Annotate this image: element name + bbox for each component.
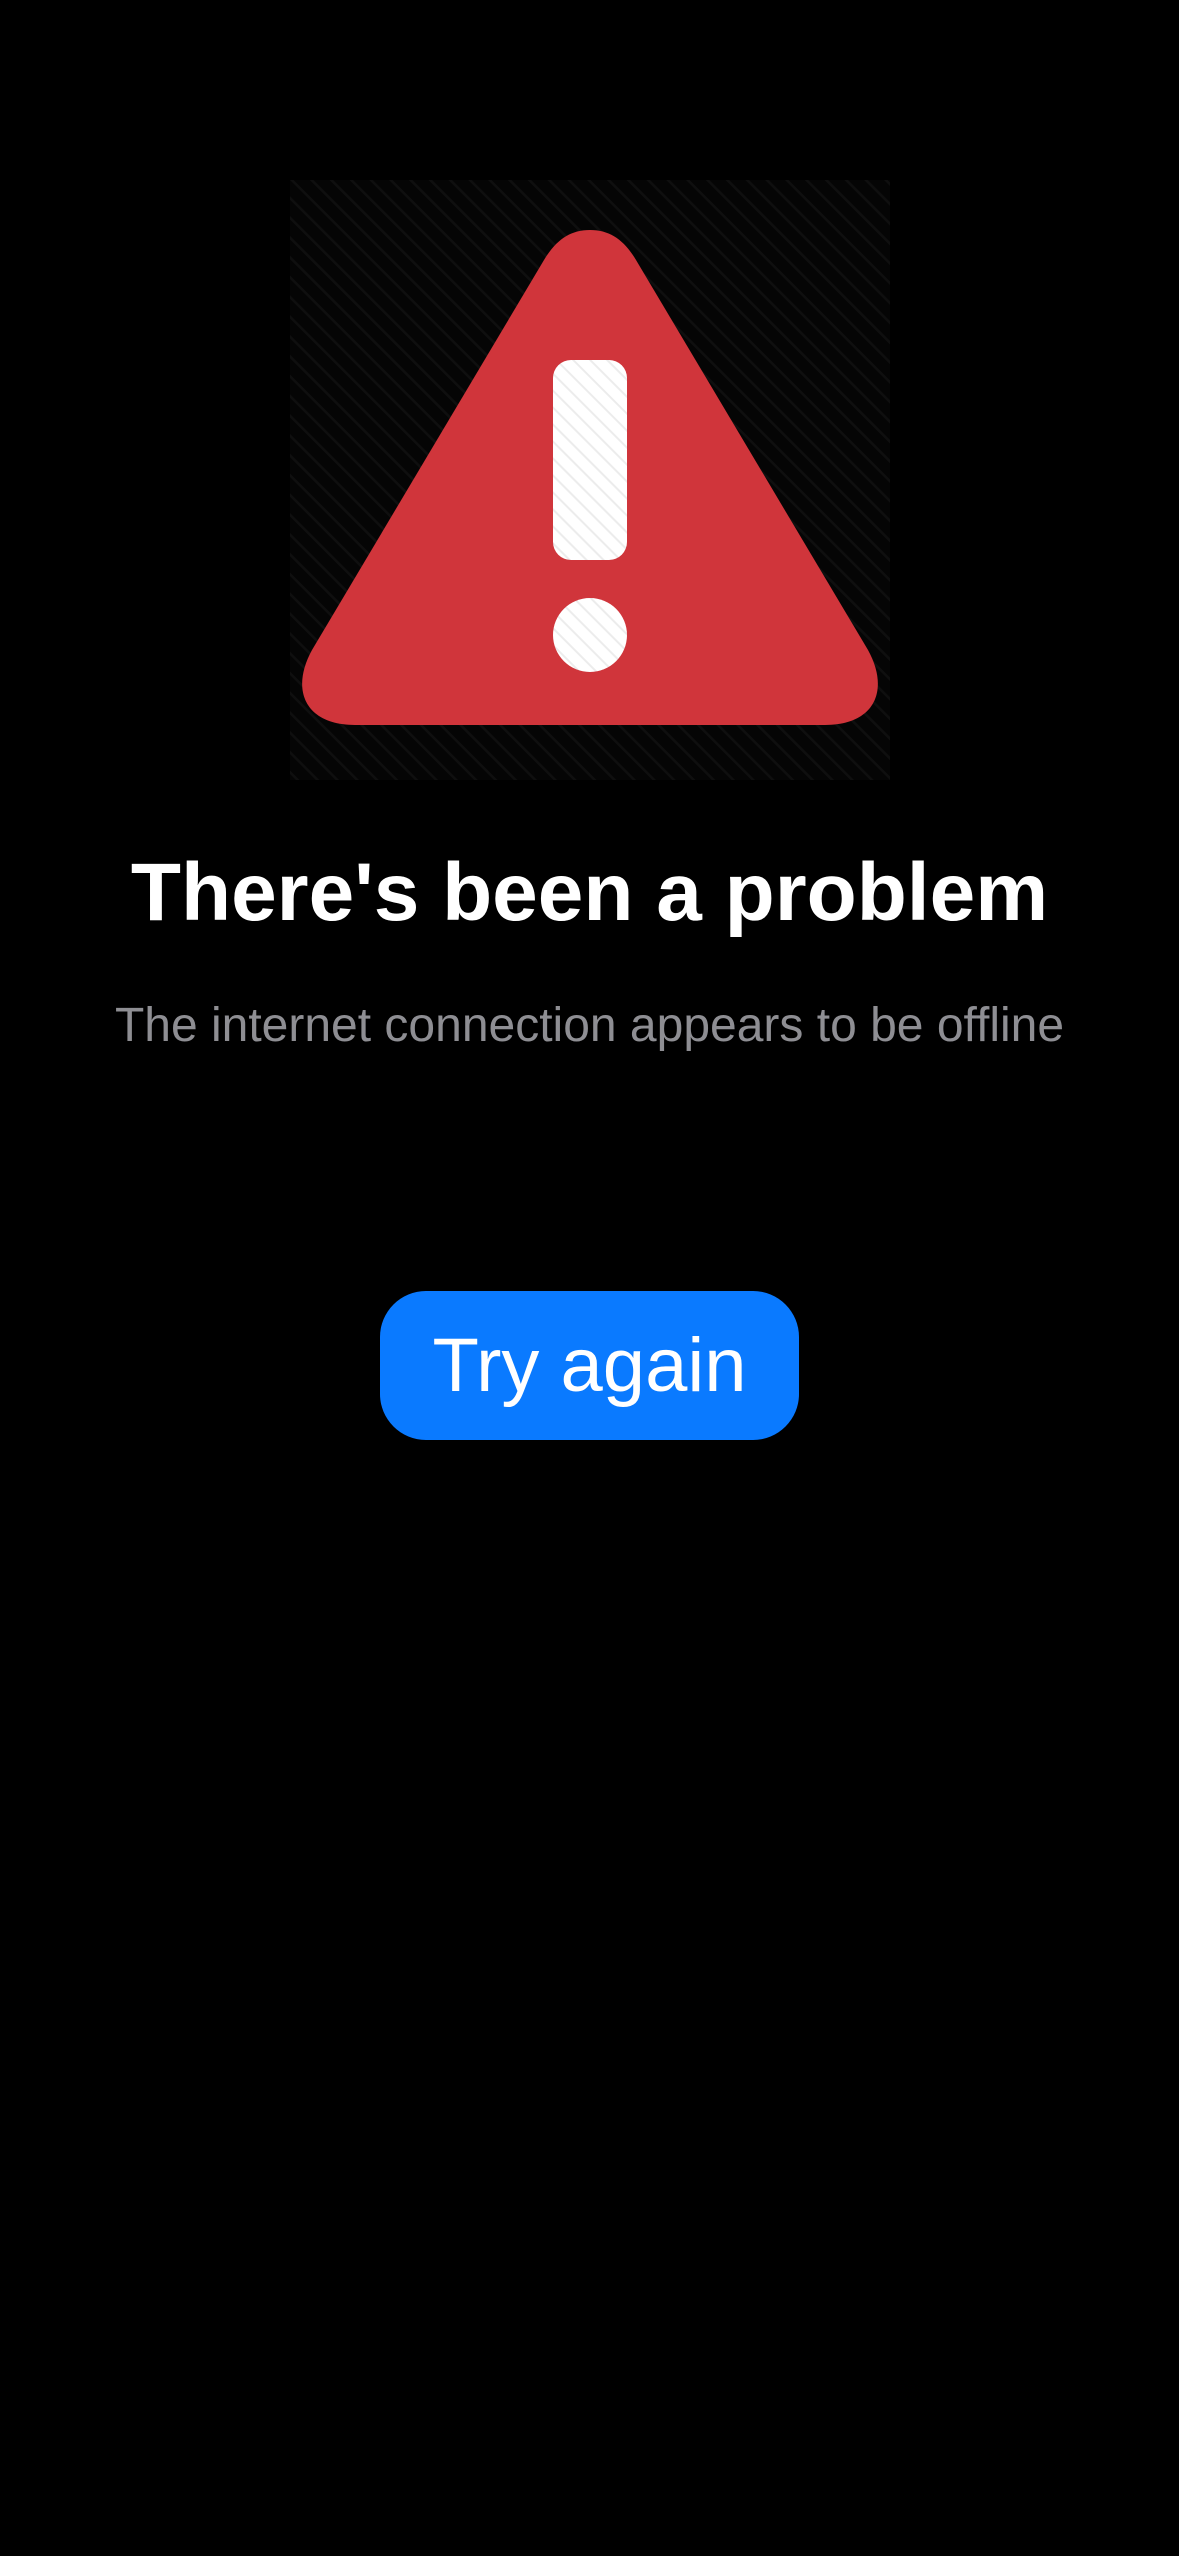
try-again-button[interactable]: Try again: [380, 1291, 799, 1440]
warning-triangle-icon: [290, 180, 890, 780]
error-title: There's been a problem: [130, 847, 1049, 938]
error-message: The internet connection appears to be of…: [114, 999, 1065, 1052]
error-screen: There's been a problem The internet conn…: [0, 0, 1179, 2556]
